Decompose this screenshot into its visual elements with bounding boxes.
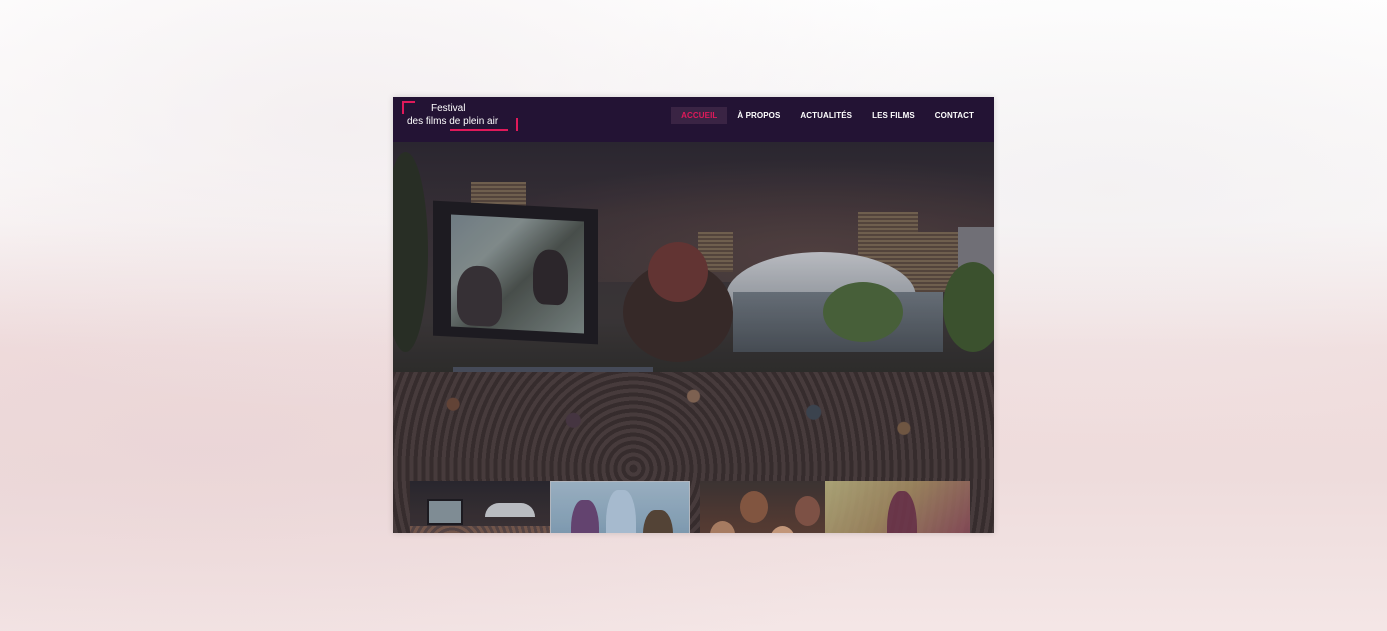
nav-item-contact[interactable]: CONTACT — [925, 107, 984, 124]
logo-corner-mark — [402, 101, 415, 114]
thumbnail-animated-poster[interactable] — [825, 481, 970, 533]
logo-line-2: des films de plein air — [407, 116, 499, 127]
cinema-screen — [451, 214, 584, 334]
poster-face — [740, 491, 768, 523]
poster-figure — [606, 490, 636, 533]
website-preview: Festival des films de plein air ACCUEIL … — [393, 97, 994, 533]
poster-face — [710, 521, 735, 533]
nav-item-les-films[interactable]: LES FILMS — [862, 107, 925, 124]
mini-crowd — [410, 526, 550, 533]
mini-dome — [485, 503, 535, 517]
logo-underline — [450, 129, 508, 131]
hero-image-outdoor-cinema — [393, 142, 994, 533]
film-thumbnails — [410, 481, 970, 533]
main-nav: ACCUEIL À PROPOS ACTUALITÉS LES FILMS CO… — [671, 107, 984, 124]
poster-face — [770, 526, 795, 533]
thumbnail-jumanji-poster[interactable] — [700, 481, 825, 533]
logo-bracket-mark — [516, 118, 518, 131]
tree — [823, 282, 903, 342]
navbar: Festival des films de plein air ACCUEIL … — [393, 97, 994, 142]
thumbnail-frozen-poster[interactable] — [550, 481, 690, 533]
tree — [648, 242, 708, 302]
screen-person — [533, 248, 568, 306]
poster-figure — [571, 500, 599, 533]
tree — [943, 262, 994, 352]
nav-item-actualites[interactable]: ACTUALITÉS — [790, 107, 862, 124]
logo-line-1: Festival — [431, 103, 466, 114]
poster-figure — [887, 491, 917, 533]
mini-screen — [427, 499, 463, 525]
screen-person — [457, 264, 502, 328]
nav-item-a-propos[interactable]: À PROPOS — [727, 107, 790, 124]
poster-face — [795, 496, 820, 526]
festival-logo[interactable]: Festival des films de plein air — [402, 101, 518, 133]
poster-figure — [643, 510, 673, 533]
nav-item-accueil[interactable]: ACCUEIL — [671, 107, 728, 124]
thumbnail-outdoor-cinema[interactable] — [410, 481, 550, 533]
